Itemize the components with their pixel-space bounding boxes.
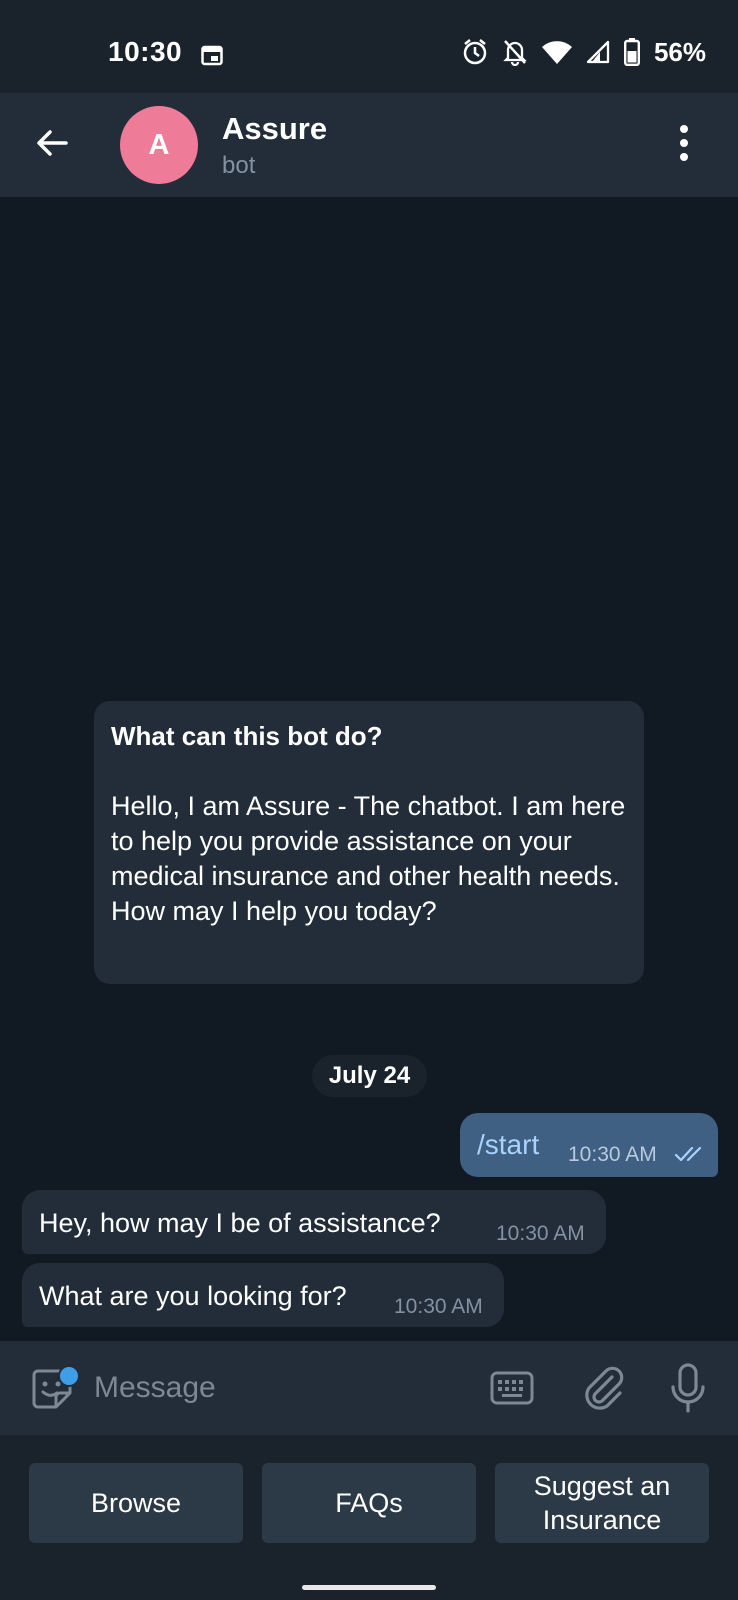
suggest-insurance-button[interactable]: Suggest an Insurance: [495, 1463, 709, 1543]
outgoing-message[interactable]: /start 10:30 AM: [460, 1113, 718, 1177]
avatar[interactable]: A: [120, 106, 198, 184]
message-text[interactable]: What are you looking for?: [39, 1281, 347, 1312]
incoming-message[interactable]: What are you looking for? 10:30 AM: [22, 1263, 504, 1327]
notification-dot: [58, 1365, 80, 1387]
status-time: 10:30: [108, 36, 183, 67]
bot-info-description: Hello, I am Assure - The chatbot. I am h…: [111, 791, 626, 926]
more-vert-icon[interactable]: [678, 123, 690, 163]
battery-percentage: 56%: [653, 36, 706, 67]
message-time: 10:30 AM: [568, 1143, 657, 1166]
keyboard-icon[interactable]: [490, 1371, 534, 1405]
browse-button[interactable]: Browse: [29, 1463, 243, 1543]
calendar-icon: [201, 45, 223, 66]
bot-info-card: What can this bot do? Hello, I am Assure…: [94, 701, 644, 984]
chat-title[interactable]: Assure: [222, 111, 327, 147]
message-time: 10:30 AM: [496, 1222, 585, 1245]
date-separator: July 24: [312, 1055, 427, 1097]
status-bar: 10:30 56%: [0, 0, 738, 93]
signal-icon: [586, 40, 610, 64]
reply-keyboard: Browse FAQs Suggest an Insurance: [0, 1435, 738, 1600]
battery-icon: [623, 38, 640, 66]
alarm-icon: [463, 39, 487, 65]
incoming-message[interactable]: Hey, how may I be of assistance? 10:30 A…: [22, 1190, 606, 1254]
read-ticks-icon: [675, 1146, 702, 1162]
chat-subtitle: bot: [222, 152, 256, 179]
chat-area[interactable]: What can this bot do? Hello, I am Assure…: [0, 197, 738, 1341]
message-composer: [0, 1341, 738, 1435]
back-arrow-icon[interactable]: [32, 123, 72, 163]
message-time: 10:30 AM: [394, 1295, 483, 1318]
bot-info-title: What can this bot do?: [111, 721, 383, 751]
faqs-button[interactable]: FAQs: [262, 1463, 476, 1543]
bell-off-icon: [503, 40, 527, 66]
chat-header: A Assure bot: [0, 93, 738, 197]
attach-icon[interactable]: [582, 1365, 626, 1411]
wifi-icon: [541, 41, 572, 64]
mic-icon[interactable]: [670, 1363, 706, 1413]
message-input[interactable]: [94, 1363, 454, 1413]
status-icons: 56%: [462, 34, 706, 70]
message-text[interactable]: Hey, how may I be of assistance?: [39, 1208, 441, 1239]
home-indicator[interactable]: [302, 1585, 436, 1590]
message-text[interactable]: /start: [477, 1129, 539, 1161]
